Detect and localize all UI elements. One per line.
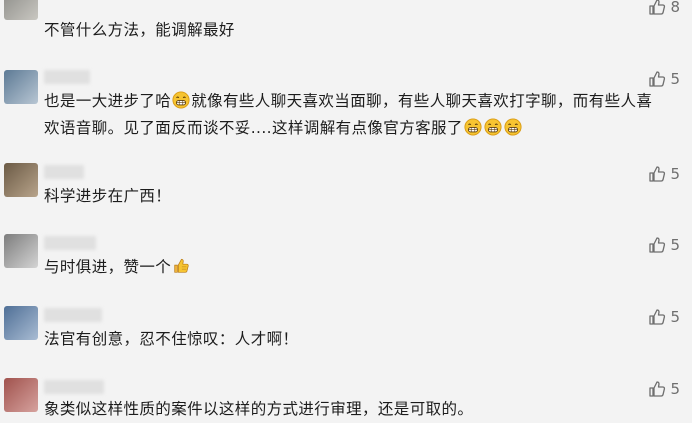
like-button[interactable]: 5 (648, 306, 680, 328)
avatar[interactable] (4, 234, 38, 268)
like-button[interactable]: 5 (648, 68, 680, 90)
like-count: 8 (670, 0, 680, 16)
avatar[interactable] (4, 378, 38, 412)
thumbs-up-outline-icon (649, 0, 666, 15)
like-button[interactable]: 5 (648, 378, 680, 400)
like-count: 5 (670, 308, 680, 326)
avatar[interactable] (4, 70, 38, 104)
comment-text: 象类似这样性质的案件以这样的方式进行审理，还是可取的。 (44, 400, 474, 418)
avatar[interactable] (4, 306, 38, 340)
like-count: 5 (670, 380, 680, 398)
comment-text-part: 也是一大进步了哈 (44, 92, 172, 110)
comment-item: 5 科学进步在广西！ (0, 163, 692, 213)
thumbs-up-emoji-icon (174, 258, 189, 273)
comment-text-part: 欢语音聊。见了面反而谈不妥....这样调解有点像官方客服了 (44, 119, 463, 137)
username[interactable] (44, 380, 104, 394)
grin-emoji-icon (464, 118, 482, 136)
thumbs-up-outline-icon (649, 237, 666, 253)
like-button[interactable]: 8 (648, 0, 680, 18)
comment-text-part: 与时俱进，赞一个 (44, 258, 172, 276)
comment-text: 法官有创意，忍不住惊叹：人才啊！ (44, 330, 299, 348)
thumbs-up-outline-icon (649, 381, 666, 397)
avatar[interactable] (4, 0, 38, 20)
like-button[interactable]: 5 (648, 163, 680, 185)
grin-emoji-icon (172, 91, 190, 109)
comment-text: 科学进步在广西！ (44, 187, 172, 205)
comment-text: 与时俱进，赞一个 (44, 254, 636, 281)
comment-item: 5 象类似这样性质的案件以这样的方式进行审理，还是可取的。 (0, 378, 692, 420)
comment-item: 8 不管什么方法，能调解最好 (0, 0, 692, 42)
comment-item: 5 也是一大进步了哈 就像有些人聊天喜欢当面聊，有些人聊天喜欢打字聊，而有些人喜 … (0, 68, 692, 148)
comment-item: 5 与时俱进，赞一个 (0, 234, 692, 284)
comment-text: 也是一大进步了哈 就像有些人聊天喜欢当面聊，有些人聊天喜欢打字聊，而有些人喜 欢语… (44, 88, 652, 142)
thumbs-up-outline-icon (649, 71, 666, 87)
username[interactable] (44, 165, 84, 179)
username[interactable] (44, 308, 102, 322)
grin-emoji-icon (504, 118, 522, 136)
avatar[interactable] (4, 163, 38, 197)
like-count: 5 (670, 165, 680, 183)
thumbs-up-outline-icon (649, 309, 666, 325)
grin-emoji-icon (484, 118, 502, 136)
like-button[interactable]: 5 (648, 234, 680, 256)
comment-text-part: 就像有些人聊天喜欢当面聊，有些人聊天喜欢打字聊，而有些人喜 (191, 92, 653, 110)
thumbs-up-outline-icon (649, 166, 666, 182)
comment-item: 5 法官有创意，忍不住惊叹：人才啊！ (0, 306, 692, 356)
username[interactable] (44, 70, 90, 84)
like-count: 5 (670, 236, 680, 254)
username[interactable] (44, 236, 96, 250)
like-count: 5 (670, 70, 680, 88)
comment-text: 不管什么方法，能调解最好 (44, 21, 235, 39)
